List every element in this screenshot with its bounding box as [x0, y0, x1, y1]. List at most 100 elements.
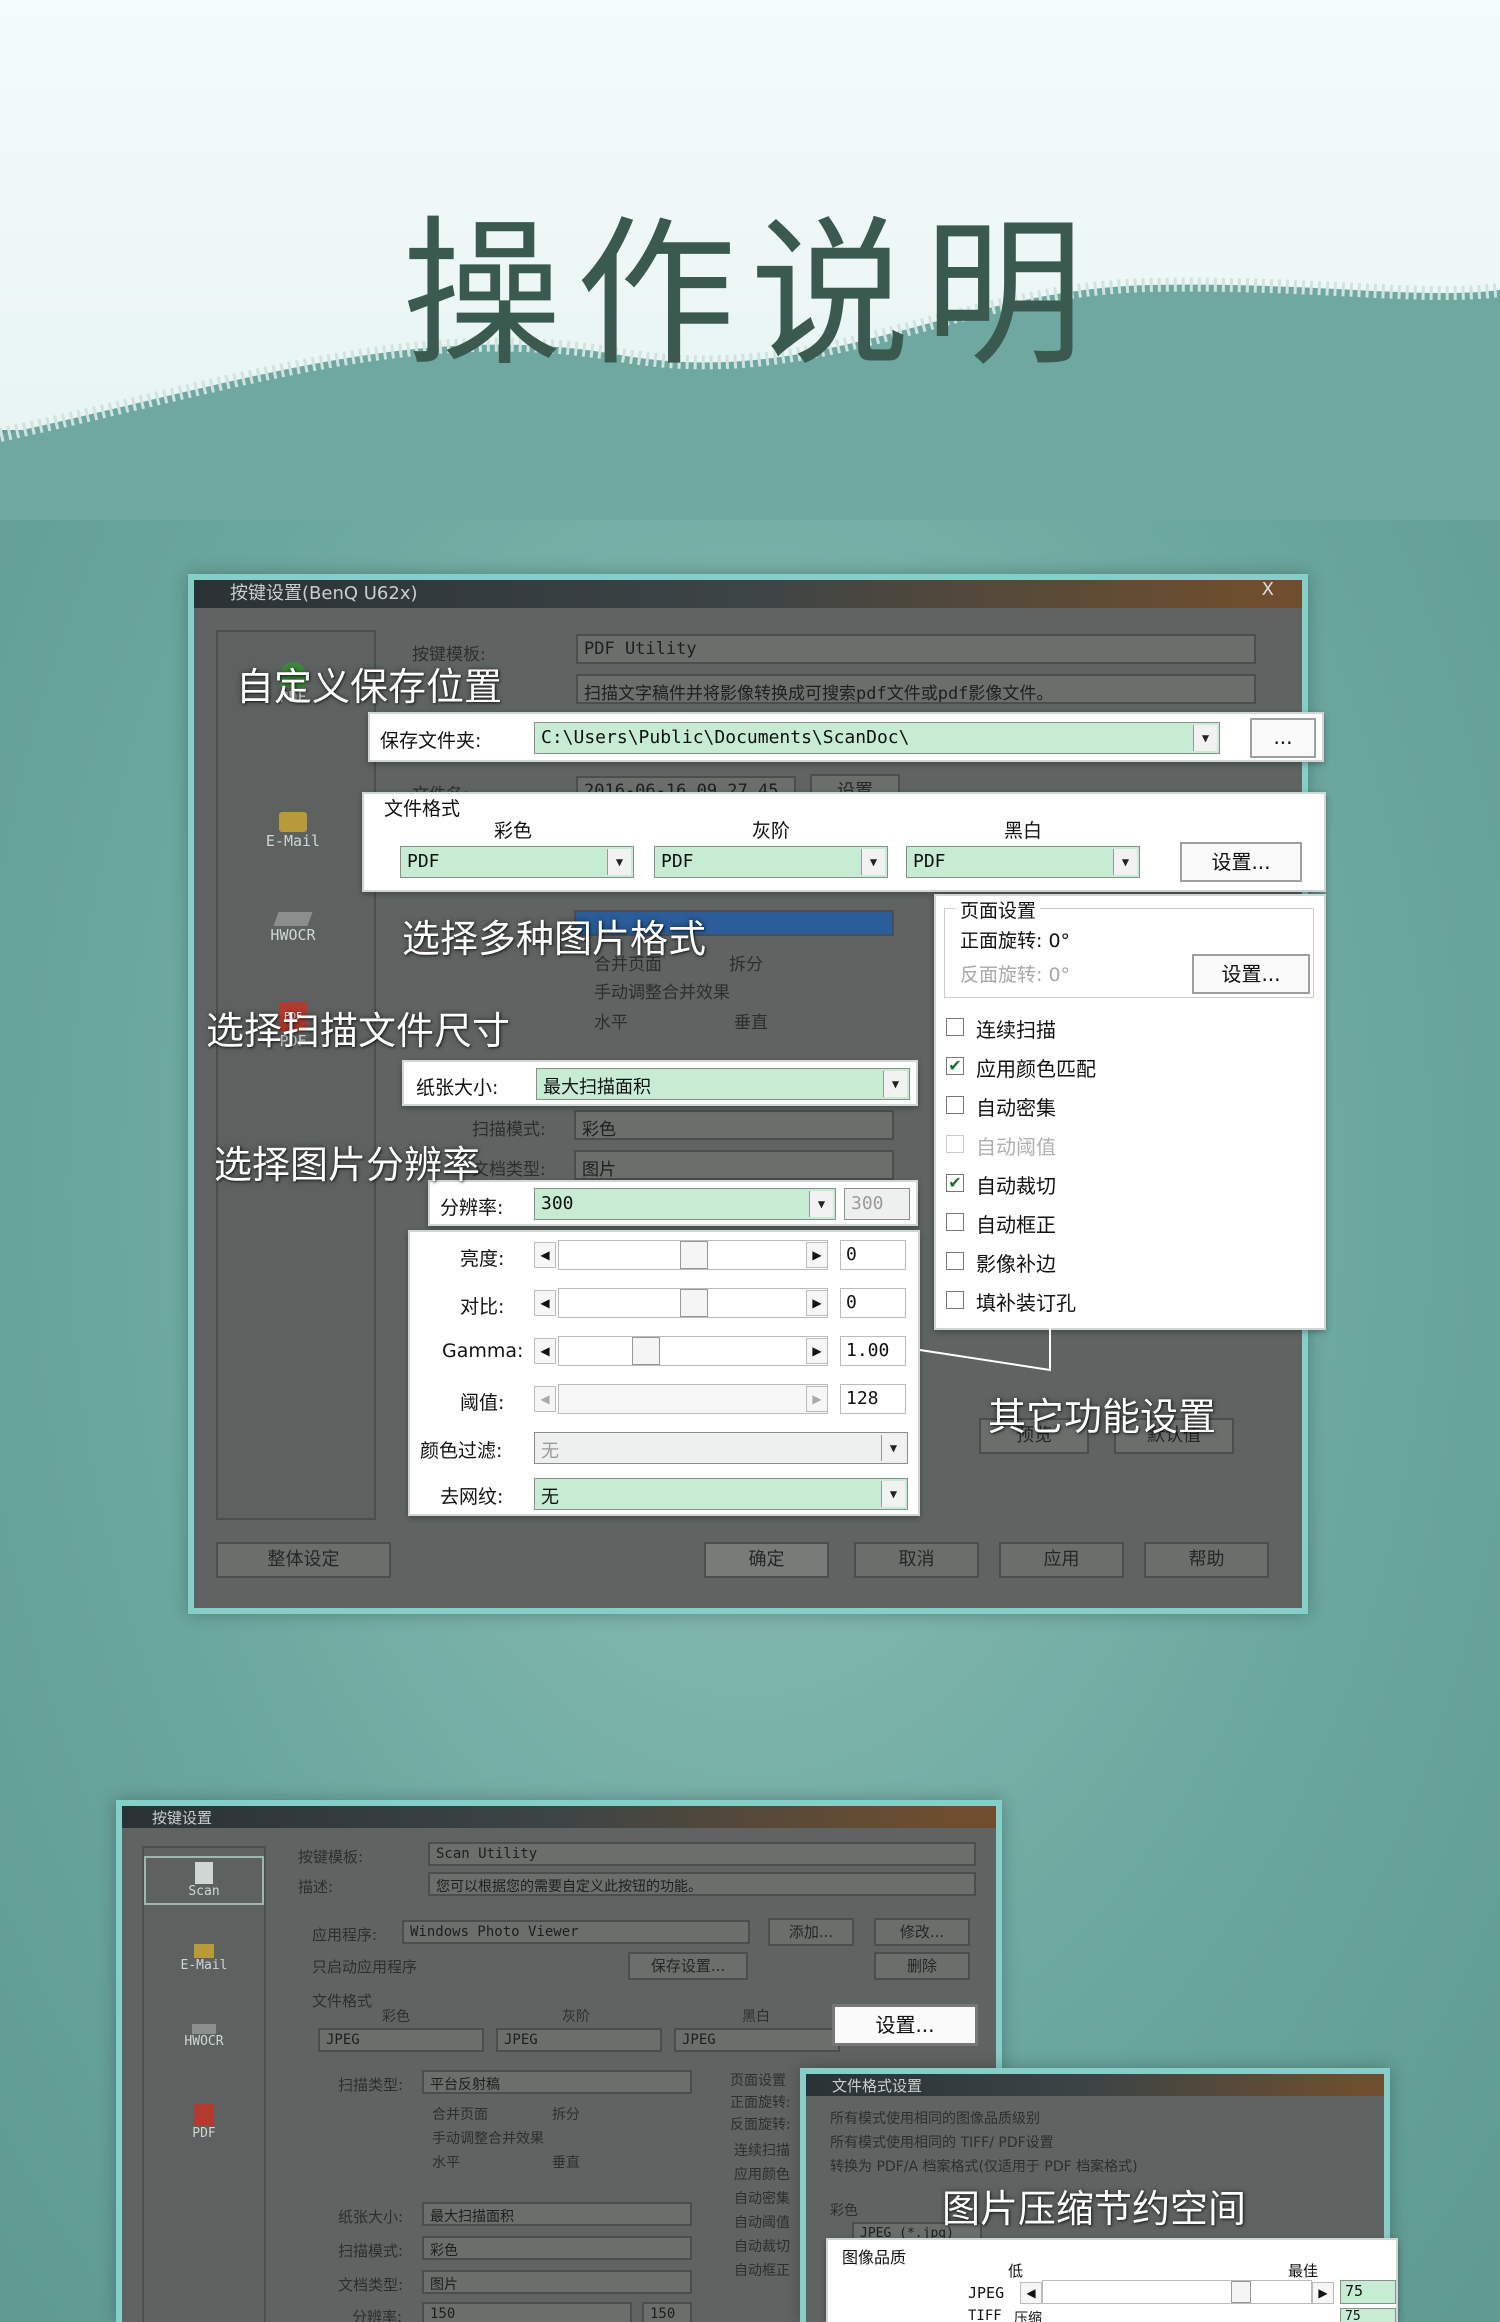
chevron-down-icon[interactable]: ▼ [883, 1071, 907, 1097]
delete-button[interactable]: 删除 [874, 1952, 970, 1980]
option-label: 自动密集 [976, 1096, 1056, 1120]
option-label[interactable]: 连续扫描 [734, 2140, 790, 2160]
color-format-select[interactable]: PDF ▼ [400, 846, 634, 878]
option-label[interactable]: 自动阈值 [734, 2212, 790, 2232]
window-title: 文件格式设置 [832, 2077, 923, 2095]
chevron-down-icon[interactable]: ▼ [861, 849, 885, 875]
gamma-slider[interactable] [558, 1336, 828, 1366]
option-checkbox[interactable] [946, 1291, 964, 1309]
option-checkbox[interactable] [946, 1252, 964, 1270]
custom-resolution-input[interactable]: 150 [642, 2302, 692, 2322]
chevron-down-icon[interactable]: ▼ [607, 849, 631, 875]
save-folder-input[interactable]: C:\Users\Public\Documents\ScanDoc\ ▼ [534, 722, 1220, 754]
vertical-radio[interactable]: 垂直 [552, 2152, 580, 2172]
option-label: 影像补边 [976, 1252, 1056, 1276]
gray-format-select[interactable]: JPEG [496, 2028, 662, 2052]
scantype-select[interactable]: 平台反射稿 [422, 2070, 692, 2094]
option-label[interactable]: 自动密集 [734, 2188, 790, 2208]
brightness-value[interactable]: 0 [840, 1240, 906, 1270]
format-settings-button[interactable]: 设置... [1180, 842, 1302, 882]
jpeg-quality-input[interactable]: 75 [1340, 2280, 1396, 2304]
app-select[interactable]: Windows Photo Viewer [402, 1920, 750, 1944]
sidebar-item-pdf[interactable]: PDF [144, 2104, 264, 2141]
option-checkbox[interactable] [946, 1096, 964, 1114]
jpeg-quality-slider[interactable] [1042, 2280, 1312, 2304]
tiff-quality-input[interactable]: 75 [1340, 2308, 1396, 2322]
contrast-slider[interactable] [558, 1288, 828, 1318]
doctype-select[interactable]: 图片 [422, 2270, 692, 2294]
save-settings-button[interactable]: 保存设置... [628, 1952, 748, 1980]
chevron-down-icon[interactable]: ▼ [881, 1481, 905, 1507]
cancel-button[interactable]: 取消 [854, 1542, 979, 1578]
page-options-panel: 页面设置 正面旋转: 0° 反面旋转: 0° 设置... 连续扫描 ✔ 应用颜色匹配… [934, 894, 1326, 1330]
help-button[interactable]: 帮助 [1144, 1542, 1269, 1578]
format-settings-button-highlight[interactable]: 设置... [832, 2004, 978, 2046]
arrow-right-icon[interactable]: ▶ [1312, 2282, 1334, 2304]
sidebar-item-email[interactable]: E-Mail [228, 812, 358, 850]
same-tiff-pdf-checkbox[interactable]: 所有模式使用相同的 TIFF/ PDF设置 [830, 2132, 1054, 2152]
vertical-radio[interactable]: 垂直 [734, 1008, 768, 1033]
descreen-select[interactable]: 无 ▼ [534, 1478, 908, 1510]
template-select[interactable]: PDF Utility [576, 634, 1256, 664]
modify-button[interactable]: 修改... [874, 1918, 970, 1946]
save-folder-panel: 保存文件夹: C:\Users\Public\Documents\ScanDoc… [368, 712, 1324, 762]
slider-thumb[interactable] [1231, 2281, 1251, 2303]
scanner-icon [273, 912, 313, 926]
overall-settings-button[interactable]: 整体设定 [216, 1542, 391, 1578]
scanmode-select[interactable]: 彩色 [422, 2236, 692, 2260]
save-folder-value: C:\Users\Public\Documents\ScanDoc\ [541, 727, 910, 748]
option-label[interactable]: 自动框正 [734, 2260, 790, 2280]
browse-button[interactable]: ... [1250, 718, 1316, 758]
resolution-select[interactable]: 150 [422, 2302, 632, 2322]
option-checkbox[interactable] [946, 1213, 964, 1231]
arrow-right-icon[interactable]: ▶ [806, 1290, 828, 1316]
arrow-right-icon[interactable]: ▶ [806, 1338, 828, 1364]
arrow-left-icon[interactable]: ◀ [534, 1242, 556, 1268]
chevron-down-icon[interactable]: ▼ [1113, 849, 1137, 875]
arrow-right-icon[interactable]: ▶ [806, 1242, 828, 1268]
ok-button[interactable]: 确定 [704, 1542, 829, 1578]
contrast-value[interactable]: 0 [840, 1288, 906, 1318]
sidebar-item-email[interactable]: E-Mail [144, 1944, 264, 1973]
horizontal-radio[interactable]: 水平 [432, 2152, 460, 2172]
option-checkbox[interactable] [946, 1018, 964, 1036]
adjust-label: 手动调整合并效果 [594, 983, 730, 1003]
doctype-select[interactable]: 图片 [574, 1150, 894, 1180]
option-checkbox[interactable]: ✔ [946, 1057, 964, 1075]
color-format-select[interactable]: JPEG [318, 2028, 484, 2052]
resolution-select[interactable]: 300 ▼ [534, 1188, 836, 1220]
bw-format-select[interactable]: JPEG [674, 2028, 840, 2052]
sidebar-item-hwocr[interactable]: HWOCR [228, 912, 358, 944]
chevron-down-icon[interactable]: ▼ [809, 1191, 833, 1217]
paper-select[interactable]: 最大扫描面积 [422, 2202, 692, 2226]
option-label[interactable]: 应用颜色 [734, 2164, 790, 2184]
apply-button[interactable]: 应用 [999, 1542, 1124, 1578]
slider-thumb[interactable] [680, 1289, 708, 1317]
scanmode-select[interactable]: 彩色 [574, 1110, 894, 1140]
same-quality-checkbox[interactable]: 所有模式使用相同的图像品质级别 [830, 2108, 1040, 2128]
arrow-left-icon[interactable]: ◀ [1020, 2282, 1042, 2304]
gamma-value[interactable]: 1.00 [840, 1336, 906, 1366]
sidebar-item-scan[interactable]: Scan [144, 1856, 264, 1905]
page-settings-button[interactable]: 设置... [1192, 954, 1310, 994]
arrow-left-icon[interactable]: ◀ [534, 1290, 556, 1316]
color-filter-label: 颜色过滤: [420, 1440, 503, 1462]
slider-thumb[interactable] [680, 1241, 708, 1269]
template-select[interactable]: Scan Utility [428, 1842, 976, 1866]
chevron-down-icon[interactable]: ▼ [1193, 725, 1217, 751]
close-button[interactable]: X [1262, 580, 1274, 600]
custom-resolution-input[interactable]: 300 [844, 1188, 910, 1220]
arrow-left-icon[interactable]: ◀ [534, 1338, 556, 1364]
sidebar-item-hwocr[interactable]: HWOCR [144, 2024, 264, 2049]
launch-only-checkbox[interactable]: 只启动应用程序 [312, 1956, 417, 1977]
pdfa-checkbox[interactable]: 转换为 PDF/A 档案格式(仅适用于 PDF 档案格式) [830, 2156, 1138, 2176]
bw-format-select[interactable]: PDF ▼ [906, 846, 1140, 878]
brightness-slider[interactable] [558, 1240, 828, 1270]
option-checkbox[interactable]: ✔ [946, 1174, 964, 1192]
add-button[interactable]: 添加... [768, 1918, 854, 1946]
option-label[interactable]: 自动裁切 [734, 2236, 790, 2256]
horizontal-radio[interactable]: 水平 [594, 1008, 628, 1033]
paper-size-select[interactable]: 最大扫描面积 ▼ [536, 1068, 910, 1100]
slider-thumb[interactable] [632, 1337, 660, 1365]
gray-format-select[interactable]: PDF ▼ [654, 846, 888, 878]
